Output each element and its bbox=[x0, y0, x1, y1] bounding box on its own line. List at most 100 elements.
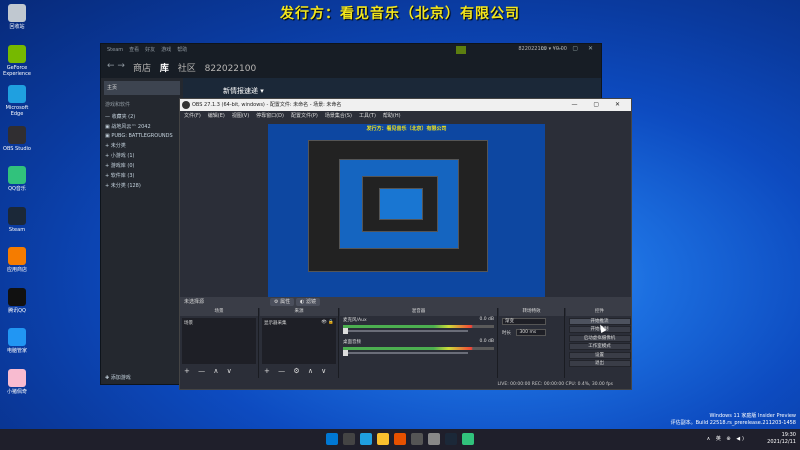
steam-menu-help[interactable]: 帮助 bbox=[177, 47, 187, 53]
source-item-label: 显示器采集 bbox=[264, 321, 287, 326]
sources-dock-title: 来源 bbox=[260, 308, 338, 316]
desktop-icon-label: GeForce Experience bbox=[3, 64, 31, 77]
taskbar-app-icon[interactable] bbox=[360, 433, 372, 445]
obs-window[interactable]: OBS 27.1.3 (64-bit, windows) - 配置文件: 未命名… bbox=[179, 98, 632, 390]
obs-window-buttons[interactable]: — ▢ ✕ bbox=[571, 99, 627, 111]
obs-title: OBS 27.1.3 (64-bit, windows) - 配置文件: 未命名… bbox=[192, 102, 342, 108]
steam-window-buttons[interactable]: ▭ — ▢ ✕ bbox=[541, 45, 597, 52]
steam-nav-arrows[interactable]: ← → bbox=[107, 61, 125, 71]
steam-menu-games[interactable]: 游戏 bbox=[161, 47, 171, 53]
scenes-toolbar[interactable]: + — ∧ ∨ bbox=[184, 367, 235, 375]
source-item[interactable]: 显示器采集 👁 🔒 bbox=[264, 320, 334, 326]
filters-button[interactable]: ◐ 滤镜 bbox=[296, 298, 320, 306]
add-game-button[interactable]: ✚ 添加游戏 bbox=[101, 372, 135, 382]
volume-slider[interactable] bbox=[343, 328, 468, 334]
steam-titlebar: Steam 查看 好友 游戏 帮助 822022100 ▾ ¥0.00 ▭ — ▢ ✕ bbox=[101, 44, 601, 56]
transition-select[interactable]: 渐变 bbox=[502, 318, 546, 325]
app-icon bbox=[8, 125, 26, 144]
sidebar-item[interactable]: + 未分类 (128) bbox=[101, 180, 183, 190]
tab-store[interactable]: 商店 bbox=[133, 64, 151, 74]
taskbar-app-icon[interactable] bbox=[343, 433, 355, 445]
transition-row: 渐变 bbox=[499, 316, 564, 327]
source-visibility-lock-icons[interactable]: 👁 🔒 bbox=[321, 320, 334, 325]
taskbar-app-icon[interactable] bbox=[445, 433, 457, 445]
obs-menubar: 文件(F) 编辑(E) 视图(V) 停靠窗口(D) 配置文件(P) 场景集合(S) 工具(T… bbox=[180, 111, 631, 121]
obs-menu-docks[interactable]: 停靠窗口(D) bbox=[256, 113, 284, 119]
properties-button[interactable]: ⚙ 属性 bbox=[270, 298, 295, 306]
taskbar-app-icon[interactable] bbox=[462, 433, 474, 445]
sources-dock: 来源 显示器采集 👁 🔒 + — ⚙ ∧ ∨ bbox=[260, 308, 339, 378]
sidebar-item[interactable]: ▣ PUBG: BATTLEGROUNDS bbox=[101, 131, 183, 140]
obs-docks: 场景 场景 + — ∧ ∨ 来源 显示器采集 👁 🔒 + — ⚙ ∧ ∨ 混音器… bbox=[180, 308, 631, 378]
taskbar-app-icon[interactable] bbox=[394, 433, 406, 445]
volume-slider-handle[interactable] bbox=[343, 328, 348, 334]
sidebar-item[interactable]: + 游戏库 (0) bbox=[101, 160, 183, 170]
exit-button[interactable]: 退出 bbox=[568, 360, 631, 367]
settings-button[interactable]: 设置 bbox=[568, 351, 631, 359]
start-virtual-camera-button[interactable]: 启动虚拟摄像机 bbox=[568, 334, 631, 342]
desktop-icon-label: Steam bbox=[8, 226, 26, 233]
sidebar-item[interactable]: + 小游戏 (1) bbox=[101, 150, 183, 160]
taskbar-app-icon[interactable] bbox=[326, 433, 338, 445]
app-icon bbox=[8, 44, 26, 63]
steam-news-title[interactable]: 新情报速递 ▾ bbox=[223, 86, 264, 96]
desktop-icon[interactable]: Steam bbox=[2, 206, 32, 233]
desktop-icon[interactable]: 电脑管家 bbox=[2, 328, 32, 354]
tab-community[interactable]: 社区 bbox=[178, 64, 196, 74]
obs-menu-view[interactable]: 视图(V) bbox=[232, 113, 249, 119]
obs-menu-tools[interactable]: 工具(T) bbox=[359, 113, 376, 119]
preview-banner: 发行方：看见音乐（北京）有限公司 bbox=[366, 126, 447, 132]
desktop-icon[interactable]: 应用商店 bbox=[2, 247, 32, 273]
taskbar-app-icon[interactable] bbox=[411, 433, 423, 445]
sidebar-item[interactable]: ▣ 战地风云™ 2042 bbox=[101, 121, 183, 131]
scene-item[interactable]: 场景 bbox=[184, 320, 254, 326]
obs-menu-file[interactable]: 文件(F) bbox=[184, 113, 201, 119]
steam-menu-friends[interactable]: 好友 bbox=[145, 47, 155, 53]
duration-row: 时长 300 ms bbox=[499, 327, 564, 338]
clock-time: 19:30 bbox=[781, 432, 796, 438]
mixer-channel: 麦克风/Aux 0.0 dB bbox=[340, 316, 497, 324]
app-icon bbox=[8, 206, 26, 225]
transitions-dock-title: 转场特效 bbox=[499, 308, 564, 316]
sidebar-item[interactable]: + 软件库 (3) bbox=[101, 170, 183, 180]
obs-titlebar: OBS 27.1.3 (64-bit, windows) - 配置文件: 未命名… bbox=[180, 99, 631, 111]
desktop-icon[interactable]: GeForce Experience bbox=[2, 44, 32, 77]
app-icon bbox=[8, 247, 26, 265]
steam-section-label[interactable]: 游戏和软件 bbox=[101, 98, 183, 111]
app-icon bbox=[8, 328, 26, 346]
obs-menu-scene-collection[interactable]: 场景集合(S) bbox=[325, 113, 352, 119]
volume-slider[interactable] bbox=[343, 350, 468, 356]
studio-mode-button[interactable]: 工作室模式 bbox=[568, 343, 631, 350]
sidebar-item[interactable]: — 收藏夹 (2) bbox=[101, 111, 183, 121]
steam-menu-steam[interactable]: Steam bbox=[107, 47, 123, 53]
steam-menu[interactable]: Steam 查看 好友 游戏 帮助 bbox=[107, 46, 193, 53]
taskbar-app-icon[interactable] bbox=[377, 433, 389, 445]
tab-username[interactable]: 822022100 bbox=[205, 64, 257, 74]
tab-library[interactable]: 库 bbox=[160, 64, 169, 74]
steam-notification-icon[interactable] bbox=[456, 46, 466, 54]
desktop-icon[interactable]: 腾讯QQ bbox=[2, 287, 32, 314]
desktop-icon[interactable]: QQ音乐 bbox=[2, 166, 32, 192]
taskbar-clock[interactable]: 19:30 2021/12/11 bbox=[767, 432, 796, 446]
desktop-icon[interactable]: Microsoft Edge bbox=[2, 85, 32, 117]
sidebar-item[interactable]: + 未分类 bbox=[101, 140, 183, 150]
app-icon bbox=[8, 85, 26, 103]
steam-navbar: ← → 商店 库 社区 822022100 bbox=[101, 56, 601, 78]
sources-list: 显示器采集 👁 🔒 bbox=[262, 318, 336, 364]
desktop-icon[interactable]: OBS Studio bbox=[2, 125, 32, 152]
desktop-icon[interactable]: 回收站 bbox=[2, 4, 32, 30]
system-tray[interactable]: ∧ 英 ⊕ ◀) bbox=[707, 435, 746, 442]
obs-menu-edit[interactable]: 编辑(E) bbox=[208, 113, 225, 119]
desktop-icon[interactable]: 小猪佩奇 bbox=[2, 368, 32, 395]
steam-tabs: 商店 库 社区 822022100 bbox=[133, 61, 262, 74]
sources-toolbar[interactable]: + — ⚙ ∧ ∨ bbox=[264, 367, 329, 375]
steam-home-button[interactable]: 主页 bbox=[104, 81, 180, 95]
obs-preview[interactable]: 发行方：看见音乐（北京）有限公司 bbox=[268, 124, 545, 298]
volume-slider-handle[interactable] bbox=[343, 350, 348, 356]
obs-menu-profile[interactable]: 配置文件(P) bbox=[291, 113, 318, 119]
duration-input[interactable]: 300 ms bbox=[516, 329, 547, 336]
steam-menu-view[interactable]: 查看 bbox=[129, 47, 139, 53]
taskbar-app-icon[interactable] bbox=[428, 433, 440, 445]
obs-menu-help[interactable]: 帮助(H) bbox=[383, 113, 401, 119]
preview-nested-screen bbox=[339, 159, 459, 249]
